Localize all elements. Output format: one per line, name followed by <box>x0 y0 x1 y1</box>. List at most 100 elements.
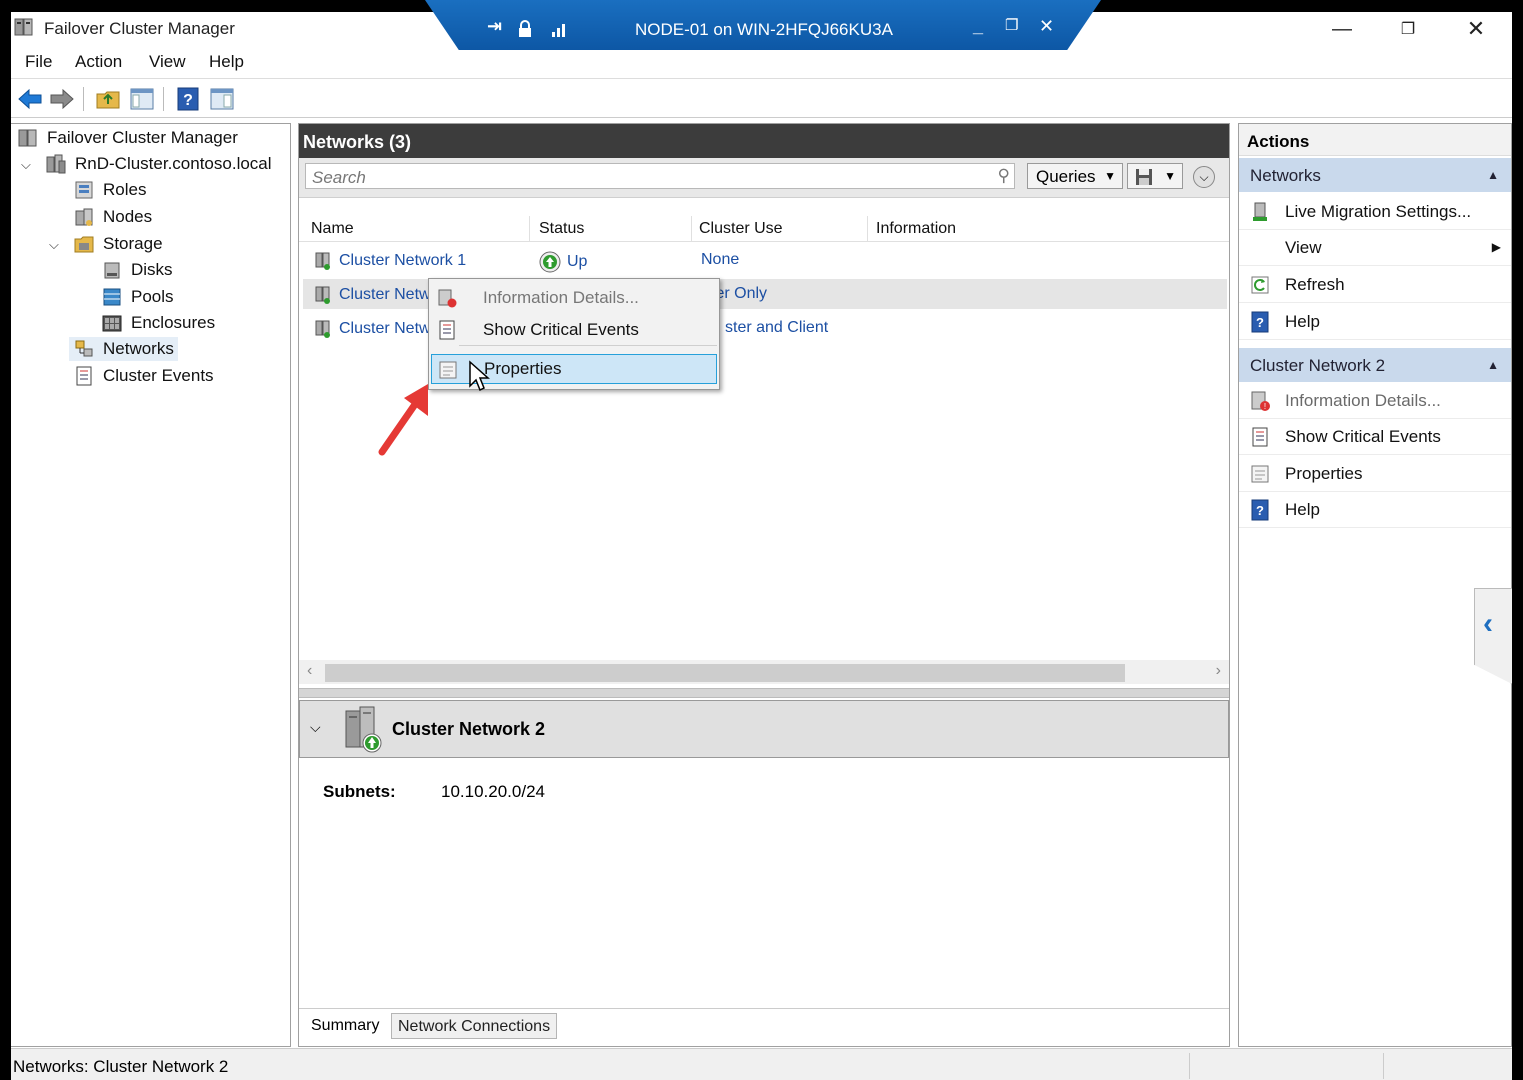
cell-name: Cluster Netw <box>313 319 431 339</box>
action-section-networks[interactable]: Networks ▲ <box>1239 158 1511 192</box>
rdp-close-icon[interactable]: ✕ <box>1039 16 1054 37</box>
lock-icon <box>519 20 531 37</box>
chevron-left-icon[interactable]: ‹ <box>1483 607 1493 641</box>
context-item-label: Properties <box>484 359 562 378</box>
row-status-label: Up <box>567 253 588 270</box>
scrollbar-thumb[interactable] <box>325 664 1125 682</box>
scroll-left-icon[interactable]: ‹ <box>307 662 312 680</box>
action-label: Show Critical Events <box>1285 426 1441 446</box>
tab-summary[interactable]: Summary <box>305 1013 386 1039</box>
menu-file[interactable]: File <box>25 52 52 72</box>
pin-icon[interactable]: ⇥ <box>487 16 502 37</box>
migration-settings-icon <box>1253 202 1267 221</box>
action-information-details[interactable]: ! Information Details... <box>1239 383 1511 419</box>
column-separator[interactable] <box>867 216 868 242</box>
back-arrow-icon[interactable] <box>17 86 43 112</box>
section-label: Cluster Network 2 <box>1250 356 1386 375</box>
context-item-label: Information Details... <box>483 288 639 307</box>
network-large-icon <box>345 706 382 753</box>
tree-item-cluster[interactable]: RnD-Cluster.contoso.local <box>45 152 272 176</box>
expand-search-button[interactable]: ⌵ <box>1193 166 1215 188</box>
chevron-down-icon[interactable]: ⌵ <box>49 237 59 253</box>
close-button[interactable]: ✕ <box>1453 15 1499 43</box>
chevron-down-icon[interactable]: ⌵ <box>21 157 31 173</box>
detail-header: ⌵ Cluster Network 2 <box>299 700 1229 758</box>
detail-title: Cluster Network 2 <box>392 719 546 739</box>
tree-item-disks[interactable]: Disks <box>101 258 173 282</box>
rdp-restore-icon[interactable]: ❐ <box>1005 16 1018 34</box>
column-header-name[interactable]: Name <box>311 220 354 238</box>
search-input[interactable]: Search ⚲ <box>305 163 1015 189</box>
menu-help[interactable]: Help <box>209 52 244 72</box>
tab-network-connections[interactable]: Network Connections <box>391 1013 558 1039</box>
action-help[interactable]: ? Help <box>1239 304 1511 340</box>
action-label: Refresh <box>1285 274 1345 294</box>
status-separator <box>1189 1053 1190 1079</box>
queries-dropdown[interactable]: Queries ▼ <box>1027 163 1123 189</box>
action-help-2[interactable]: ? Help <box>1239 492 1511 528</box>
tree-item-failover-cluster-manager[interactable]: Failover Cluster Manager <box>17 126 238 150</box>
collapse-triangle-icon[interactable]: ▲ <box>1487 168 1499 182</box>
show-hide-action-pane-icon[interactable] <box>209 86 235 112</box>
context-item-information-details[interactable]: Information Details... <box>431 283 717 313</box>
action-section-cluster-network-2[interactable]: Cluster Network 2 ▲ <box>1239 348 1511 382</box>
table-row[interactable]: Cluster Network 1 Up None <box>303 245 1227 275</box>
action-show-critical-events[interactable]: Show Critical Events <box>1239 419 1511 455</box>
search-icon[interactable]: ⚲ <box>998 166 1010 186</box>
rdp-minimize-icon[interactable]: _ <box>973 16 983 37</box>
section-label: Networks <box>1250 166 1321 185</box>
tree-label: Disks <box>131 260 173 279</box>
column-header-information[interactable]: Information <box>876 220 956 238</box>
refresh-icon <box>1251 276 1269 294</box>
menu-action[interactable]: Action <box>75 52 122 72</box>
restore-button[interactable]: ❐ <box>1385 15 1431 43</box>
disk-icon <box>104 262 120 279</box>
context-item-show-critical-events[interactable]: Show Critical Events <box>431 315 717 345</box>
column-separator[interactable] <box>529 216 530 242</box>
red-arrow-annotation-icon <box>378 384 428 456</box>
collapse-chevron-icon[interactable]: ⌵ <box>310 719 321 736</box>
status-bar: Networks: Cluster Network 2 <box>11 1048 1512 1080</box>
network-icon <box>315 286 330 304</box>
menu-view[interactable]: View <box>149 52 186 72</box>
horizontal-scrollbar[interactable]: ‹ › <box>299 660 1229 684</box>
enclosure-icon <box>102 315 122 332</box>
forward-arrow-icon[interactable] <box>49 86 75 112</box>
help-icon[interactable]: ? <box>175 86 201 112</box>
action-refresh[interactable]: Refresh <box>1239 267 1511 303</box>
tree-item-storage[interactable]: Storage <box>73 232 163 256</box>
tree-item-nodes[interactable]: Nodes <box>73 205 152 229</box>
action-properties[interactable]: Properties <box>1239 456 1511 492</box>
action-live-migration-settings[interactable]: Live Migration Settings... <box>1239 194 1511 230</box>
search-row: Search ⚲ Queries ▼ ▼ ⌵ <box>299 158 1229 198</box>
tree-item-cluster-events[interactable]: Cluster Events <box>73 364 214 388</box>
app-window: Failover Cluster Manager — ❐ ✕ ⇥ NODE-01… <box>11 0 1512 1080</box>
scroll-right-icon[interactable]: › <box>1216 662 1221 680</box>
column-header-status[interactable]: Status <box>539 220 584 238</box>
collapse-triangle-icon[interactable]: ▲ <box>1487 358 1499 372</box>
folder-up-icon[interactable] <box>95 86 121 112</box>
action-label: Help <box>1285 499 1320 519</box>
tree-item-roles[interactable]: Roles <box>73 178 146 202</box>
search-placeholder: Search <box>312 168 366 187</box>
roles-icon <box>75 181 93 199</box>
storage-folder-icon <box>74 236 94 253</box>
action-label: Properties <box>1285 463 1363 483</box>
save-query-button[interactable]: ▼ <box>1127 163 1183 189</box>
tree-item-pools[interactable]: Pools <box>101 285 174 309</box>
signal-icon[interactable] <box>551 20 569 38</box>
minimize-button[interactable]: — <box>1319 15 1365 43</box>
context-item-label: Show Critical Events <box>483 320 639 339</box>
save-icon <box>1136 169 1152 185</box>
show-hide-tree-icon[interactable] <box>129 86 155 112</box>
column-header-cluster-use[interactable]: Cluster Use <box>699 220 783 238</box>
tree-item-networks[interactable]: Networks <box>69 337 178 361</box>
mouse-cursor-icon <box>469 360 490 392</box>
action-view[interactable]: View ▶ <box>1239 230 1511 266</box>
column-separator[interactable] <box>691 216 692 242</box>
events-log-icon <box>1252 427 1268 447</box>
menu-bar: File Action View Help <box>11 46 1512 78</box>
tree-item-enclosures[interactable]: Enclosures <box>101 311 215 335</box>
pane-splitter[interactable] <box>299 688 1229 698</box>
action-label: View <box>1285 237 1322 257</box>
